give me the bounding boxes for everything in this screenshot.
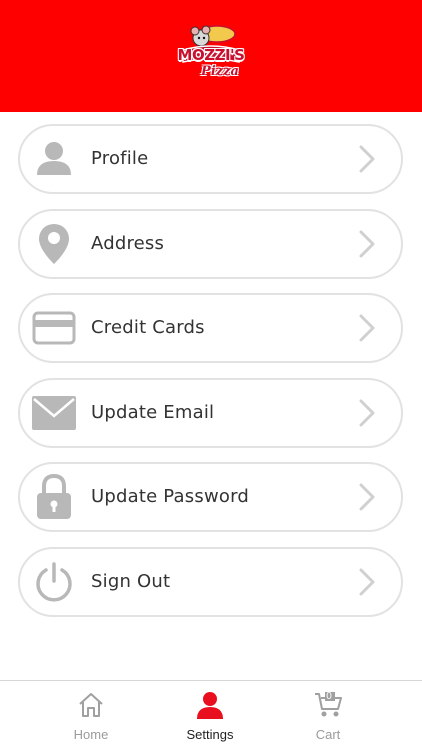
lock-icon [32,474,76,519]
chevron-right-icon [359,145,375,173]
cart-count-badge: 0 [326,691,332,702]
menu-label-profile: Profile [91,148,149,169]
tab-settings-label: Settings [186,727,234,742]
logo-text: MOZZI'S [177,46,245,64]
envelope-icon [32,393,76,433]
mozzis-pizza-logo: MOZZI'S Pizza [173,20,249,86]
menu-label-sign-out: Sign Out [91,571,171,592]
tab-cart-label: Cart [315,727,341,742]
tab-cart[interactable]: 0 Cart [268,681,388,751]
credit-card-icon [32,308,76,348]
menu-item-sign-out[interactable]: Sign Out [18,547,403,617]
bottom-tab-bar: Home Settings 0 Cart [0,680,422,751]
chevron-right-icon [359,230,375,258]
menu-item-credit-cards[interactable]: Credit Cards [18,293,403,363]
chevron-right-icon [359,399,375,427]
menu-label-credit-cards: Credit Cards [91,317,205,338]
menu-item-address[interactable]: Address [18,209,403,279]
chevron-right-icon [359,314,375,342]
logo-script-text: Pizza [201,64,239,79]
menu-label-address: Address [91,233,165,254]
location-pin-icon [32,224,76,264]
tab-home-label: Home [73,727,109,742]
menu-item-update-email[interactable]: Update Email [18,378,403,448]
menu-item-profile[interactable]: Profile [18,124,403,194]
person-icon [32,139,76,179]
tab-home[interactable]: Home [31,681,151,751]
header-bar: MOZZI'S Pizza [0,0,422,112]
menu-label-update-email: Update Email [91,402,215,423]
tab-settings[interactable]: Settings [150,681,270,751]
home-icon [79,693,103,717]
chevron-right-icon [359,568,375,596]
menu-label-update-password: Update Password [91,486,249,507]
chevron-right-icon [359,483,375,511]
power-icon [32,562,76,602]
person-icon [197,692,223,719]
menu-item-update-password[interactable]: Update Password [18,462,403,532]
